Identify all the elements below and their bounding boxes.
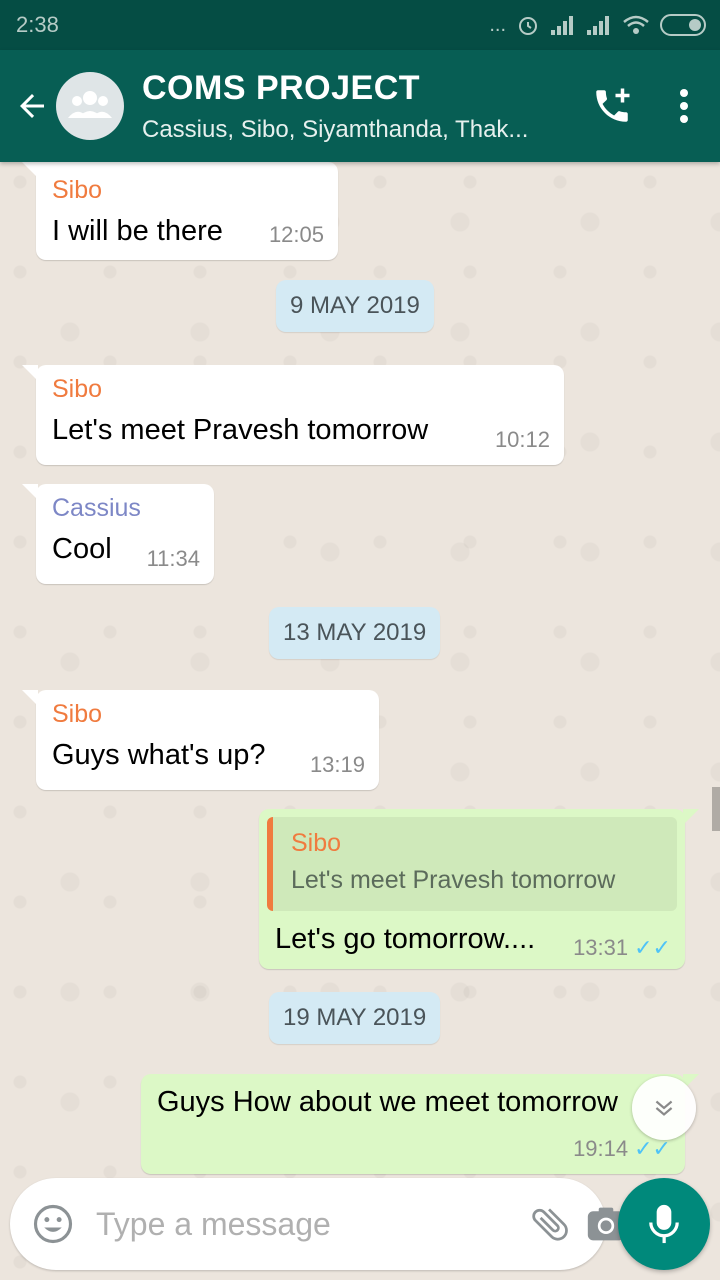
more-options-button[interactable]	[648, 50, 720, 162]
message-bubble-outgoing[interactable]: Guys How about we meet tomorrow 19:14 ✓✓	[141, 1074, 699, 1174]
group-avatar-icon	[68, 91, 112, 118]
chat-header: COMS PROJECT Cassius, Sibo, Siyamthanda,…	[0, 50, 720, 162]
quoted-text: Let's meet Pravesh tomorrow	[291, 866, 616, 894]
status-bar: 2:38 ...	[0, 0, 720, 50]
group-avatar[interactable]	[56, 72, 124, 140]
message-time-value: 13:31	[573, 935, 629, 960]
message-time-value: 19:14	[573, 1136, 629, 1161]
date-divider: 13 MAY 2019	[269, 607, 441, 659]
message-text: Let's go tomorrow....	[275, 923, 536, 955]
mic-icon	[649, 1204, 679, 1244]
add-call-icon	[596, 88, 630, 122]
message-composer	[10, 1178, 625, 1270]
quoted-message[interactable]: Sibo Let's meet Pravesh tomorrow	[267, 817, 677, 911]
message-bubble[interactable]: Sibo Let's meet Pravesh tomorrow 10:12	[22, 365, 564, 465]
attach-button[interactable]	[528, 1194, 572, 1254]
status-icons: ...	[489, 13, 706, 37]
more-vert-icon	[680, 89, 688, 123]
back-arrow-icon	[20, 94, 44, 118]
add-call-button[interactable]	[576, 50, 648, 162]
message-text: Guys How about we meet tomorrow	[157, 1086, 618, 1118]
scroll-to-bottom-button[interactable]	[632, 1076, 696, 1140]
message-time: 12:05	[268, 222, 324, 247]
battery-icon	[660, 14, 706, 36]
message-bubble[interactable]: Sibo I will be there 12:05	[22, 162, 338, 260]
chat-area[interactable]: Sibo I will be there 12:05 9 MAY 2019 Si…	[0, 162, 720, 1280]
message-sender: Sibo	[52, 375, 103, 403]
message-text: Guys what's up?	[52, 739, 266, 771]
message-bubble[interactable]: Sibo Guys what's up? 13:19	[22, 690, 379, 790]
status-time: 2:38	[16, 12, 59, 37]
message-time: 13:31 ✓✓	[573, 935, 671, 961]
attach-icon	[532, 1208, 568, 1241]
date-divider: 19 MAY 2019	[269, 992, 441, 1044]
message-time: 11:34	[146, 546, 200, 571]
back-button[interactable]	[4, 50, 60, 162]
signal-icon	[587, 16, 609, 35]
chat-title-block[interactable]: COMS PROJECT Cassius, Sibo, Siyamthanda,…	[142, 69, 576, 144]
chat-participants: Cassius, Sibo, Siyamthanda, Thak...	[142, 115, 529, 143]
message-bubble[interactable]: Cassius Cool 11:34	[22, 484, 214, 584]
signal-icon	[551, 16, 573, 35]
emoji-button[interactable]	[32, 1202, 74, 1246]
emoji-icon	[33, 1204, 73, 1244]
read-ticks-icon: ✓✓	[634, 935, 671, 960]
date-divider: 9 MAY 2019	[276, 280, 434, 332]
voice-record-button[interactable]	[618, 1178, 710, 1270]
message-time: 10:12	[494, 427, 550, 452]
wifi-icon	[623, 15, 649, 34]
message-text: I will be there	[52, 215, 223, 247]
message-input[interactable]	[96, 1205, 516, 1243]
message-time: 19:14 ✓✓	[573, 1136, 671, 1162]
message-sender: Cassius	[52, 494, 141, 522]
scrollbar[interactable]	[712, 787, 720, 831]
dots-icon: ...	[489, 13, 506, 36]
quoted-sender: Sibo	[291, 829, 342, 857]
message-text: Cool	[52, 533, 112, 565]
message-text: Let's meet Pravesh tomorrow	[52, 414, 429, 446]
message-sender: Sibo	[52, 176, 103, 204]
double-chevron-down-icon	[655, 1100, 673, 1116]
message-sender: Sibo	[52, 700, 103, 728]
message-time: 13:19	[309, 752, 365, 777]
alarm-icon	[519, 17, 537, 35]
message-bubble-outgoing[interactable]: Sibo Let's meet Pravesh tomorrow Let's g…	[259, 809, 699, 969]
chat-title: COMS PROJECT	[142, 68, 421, 107]
